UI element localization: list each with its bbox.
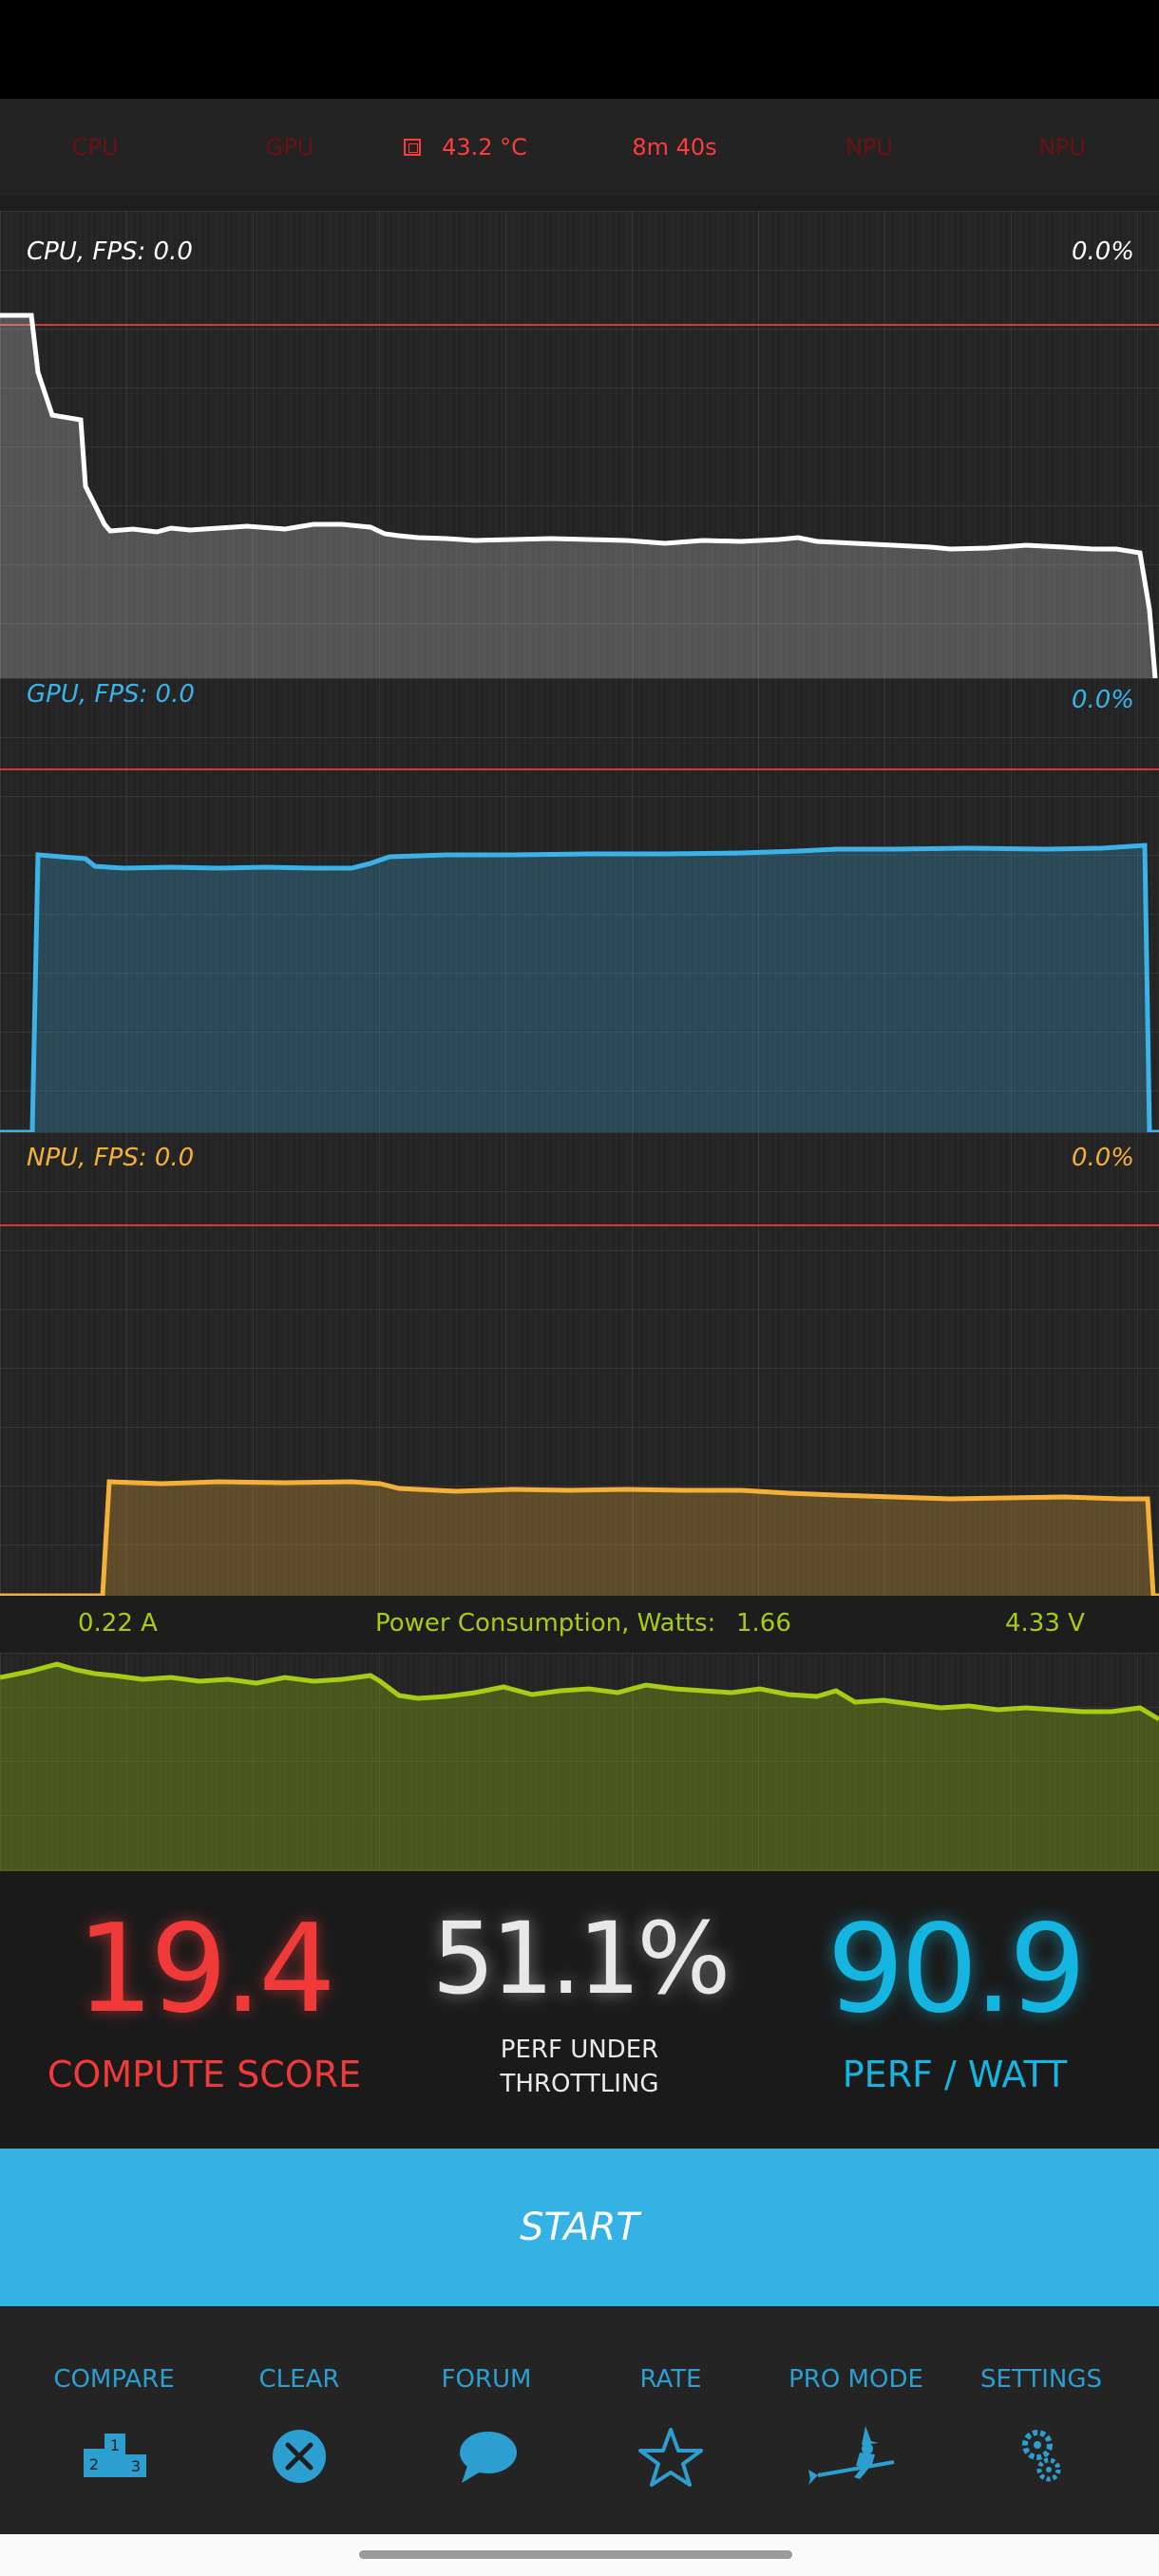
cpu-graph-panel: CPU, FPS: 0.0 0.0% <box>0 211 1159 678</box>
npu-graph-panel: NPU, FPS: 0.0 0.0% <box>0 1132 1159 1596</box>
compute-score-value: 19.4 <box>76 1899 336 2040</box>
temperature-readout: 43.2 °C <box>390 99 542 196</box>
bottom-nav: COMPARE 2 1 3 CLEAR FORUM RATE PRO MODE <box>0 2306 1159 2534</box>
nav-clear[interactable]: CLEAR <box>204 2306 394 2534</box>
cpu-fps-label: CPU, FPS: 0.0 <box>27 237 193 266</box>
gears-icon <box>1022 2430 1061 2482</box>
podium-icon: 2 1 3 <box>84 2434 146 2477</box>
nav-pro-mode[interactable]: PRO MODE <box>761 2306 951 2534</box>
gpu-fps-label: GPU, FPS: 0.0 <box>27 680 195 709</box>
compute-score-label: COMPUTE SCORE <box>47 2054 362 2095</box>
perf-watt-value: 90.9 <box>826 1899 1087 2040</box>
gpu-graph-panel: GPU, FPS: 0.0 0.0% <box>0 678 1159 1132</box>
throttling-label: PERF UNDER THROTTLING <box>500 2036 659 2098</box>
throttling-block: 51.1% PERF UNDER THROTTLING <box>408 1909 750 2101</box>
npu-fps-label: NPU, FPS: 0.0 <box>27 1144 195 1172</box>
cpu-fill <box>0 315 1155 678</box>
perf-watt-label: PERF / WATT <box>842 2054 1068 2095</box>
chip-icon <box>404 139 422 156</box>
svg-text:2: 2 <box>89 2455 99 2473</box>
cpu-indicator: CPU <box>71 134 119 161</box>
npu-indicator-1: NPU <box>846 134 893 161</box>
speech-bubble-icon <box>460 2432 517 2483</box>
power-label: Power Consumption, Watts: <box>375 1609 716 1638</box>
status-bar <box>0 0 1159 99</box>
cpu-percent: 0.0% <box>1071 237 1134 266</box>
monitor-header: CPU GPU 43.2 °C 8m 40s NPU NPU <box>0 99 1159 196</box>
svg-text:3: 3 <box>131 2457 141 2475</box>
nav-forum[interactable]: FORUM <box>391 2306 581 2534</box>
gpu-graph <box>0 768 1159 1132</box>
start-button[interactable]: START <box>0 2149 1159 2306</box>
svg-text:1: 1 <box>110 2436 120 2454</box>
elapsed-time: 8m 40s <box>632 134 717 161</box>
power-watts: 1.66 <box>736 1609 791 1638</box>
nav-rate[interactable]: RATE <box>576 2306 766 2534</box>
results-section: 19.4 COMPUTE SCORE 51.1% PERF UNDER THRO… <box>0 1871 1159 2149</box>
power-header: 0.22 A Power Consumption, Watts: 1.66 4.… <box>0 1596 1159 1653</box>
witch-icon <box>808 2426 895 2485</box>
voltage-readout: 4.33 V <box>1005 1609 1085 1638</box>
gpu-percent: 0.0% <box>1071 686 1134 714</box>
npu-graph <box>0 1224 1159 1596</box>
gpu-indicator: GPU <box>265 134 314 161</box>
clear-x-icon <box>273 2430 326 2483</box>
npu-indicator-2: NPU <box>1038 134 1086 161</box>
star-icon <box>638 2428 703 2487</box>
power-graph <box>0 1661 1159 1871</box>
throttling-value: 51.1% <box>431 1901 731 2017</box>
home-indicator[interactable] <box>359 2550 792 2559</box>
power-fill <box>0 1664 1159 1871</box>
compute-score-block: 19.4 COMPUTE SCORE <box>28 1899 380 2096</box>
current-readout: 0.22 A <box>78 1609 158 1638</box>
nav-settings[interactable]: SETTINGS <box>946 2306 1136 2534</box>
nav-compare[interactable]: COMPARE 2 1 3 <box>19 2306 209 2534</box>
gpu-fill <box>32 845 1150 1132</box>
cpu-graph <box>0 313 1159 678</box>
perf-watt-block: 90.9 PERF / WATT <box>788 1899 1121 2096</box>
npu-percent: 0.0% <box>1071 1144 1134 1172</box>
power-graph-panel <box>0 1653 1159 1871</box>
temperature-value: 43.2 °C <box>442 134 527 161</box>
